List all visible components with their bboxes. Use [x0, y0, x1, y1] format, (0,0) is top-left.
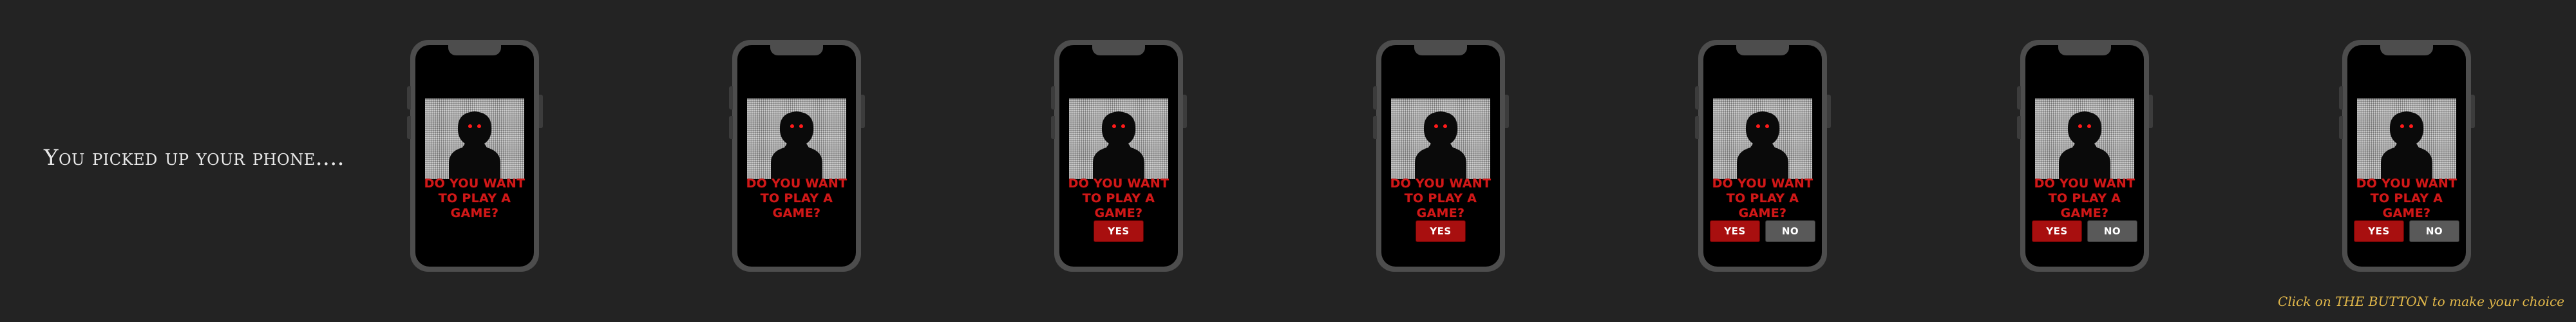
- phone-screen: DO YOU WANT TO PLAY A GAME? YES NO: [1703, 45, 1822, 267]
- silhouette-icon: [1737, 111, 1788, 179]
- phone-notch: [2380, 45, 2433, 55]
- game-question: DO YOU WANT TO PLAY A GAME?: [2034, 176, 2136, 220]
- phone-volume-up-button: [407, 86, 411, 109]
- caller-photo: [2357, 99, 2456, 179]
- phone-power-button: [2149, 95, 2153, 128]
- hint-text: Click on THE BUTTON to make your choice: [2278, 294, 2564, 309]
- phone-power-button: [1827, 95, 1831, 128]
- phone-volume-up-button: [729, 86, 733, 109]
- intro-text: You picked up your phone....: [44, 145, 345, 171]
- phone-volume-up-button: [2017, 86, 2021, 109]
- silhouette-icon: [1415, 111, 1466, 179]
- phone-power-button: [1183, 95, 1187, 128]
- phone-notch: [1414, 45, 1467, 55]
- yes-button[interactable]: YES: [1710, 220, 1760, 242]
- phone-notch: [448, 45, 501, 55]
- phone-frame: DO YOU WANT TO PLAY A GAME? YES NO: [1051, 40, 1187, 272]
- phone-frame: DO YOU WANT TO PLAY A GAME? YES NO: [1695, 40, 1831, 272]
- phone-power-button: [1505, 95, 1509, 128]
- phone-notch: [1092, 45, 1145, 55]
- choice-buttons: YES NO: [1381, 220, 1500, 242]
- game-question: DO YOU WANT TO PLAY A GAME?: [424, 176, 526, 220]
- phone-volume-up-button: [1695, 86, 1699, 109]
- phone-frame: DO YOU WANT TO PLAY A GAME? YES NO: [1373, 40, 1509, 272]
- caller-photo: [747, 99, 846, 179]
- phone-screen: DO YOU WANT TO PLAY A GAME? YES NO: [2347, 45, 2466, 267]
- caller-photo: [1391, 99, 1490, 179]
- game-question: DO YOU WANT TO PLAY A GAME?: [1068, 176, 1170, 220]
- yes-button[interactable]: YES: [2354, 220, 2404, 242]
- game-question: DO YOU WANT TO PLAY A GAME?: [1712, 176, 1814, 220]
- phone-power-button: [539, 95, 543, 128]
- phone-screen: DO YOU WANT TO PLAY A GAME? YES NO: [737, 45, 856, 267]
- phone-power-button: [861, 95, 865, 128]
- phone-volume-down-button: [729, 116, 733, 139]
- phone-power-button: [2471, 95, 2475, 128]
- yes-button[interactable]: YES: [1094, 220, 1144, 242]
- silhouette-icon: [771, 111, 822, 179]
- choice-buttons: YES NO: [2025, 220, 2144, 242]
- phone-volume-down-button: [1695, 116, 1699, 139]
- phone-notch: [770, 45, 823, 55]
- yes-button[interactable]: YES: [2032, 220, 2082, 242]
- no-button[interactable]: NO: [1765, 220, 1815, 242]
- caller-photo: [1069, 99, 1168, 179]
- phone-notch: [2058, 45, 2111, 55]
- phone-notch: [1736, 45, 1789, 55]
- phone-frame: DO YOU WANT TO PLAY A GAME? YES NO: [2339, 40, 2475, 272]
- yes-button[interactable]: YES: [1416, 220, 1466, 242]
- game-question: DO YOU WANT TO PLAY A GAME?: [1390, 176, 1492, 220]
- phone-volume-down-button: [2339, 116, 2343, 139]
- phone-frame: DO YOU WANT TO PLAY A GAME? YES NO: [2017, 40, 2153, 272]
- phone-volume-up-button: [1373, 86, 1377, 109]
- phone-volume-down-button: [1373, 116, 1377, 139]
- silhouette-icon: [2059, 111, 2110, 179]
- phone-volume-up-button: [1051, 86, 1055, 109]
- choice-buttons: YES NO: [1059, 220, 1178, 242]
- no-button[interactable]: NO: [2087, 220, 2137, 242]
- silhouette-icon: [2381, 111, 2432, 179]
- phone-frame: DO YOU WANT TO PLAY A GAME? YES NO: [729, 40, 865, 272]
- game-question: DO YOU WANT TO PLAY A GAME?: [2356, 176, 2458, 220]
- choice-buttons: YES NO: [2347, 220, 2466, 242]
- phone-frame: DO YOU WANT TO PLAY A GAME? YES NO: [407, 40, 543, 272]
- choice-buttons: YES NO: [1703, 220, 1822, 242]
- silhouette-icon: [449, 111, 500, 179]
- phone-volume-down-button: [1051, 116, 1055, 139]
- phone-volume-down-button: [407, 116, 411, 139]
- no-button[interactable]: NO: [2409, 220, 2459, 242]
- caller-photo: [2035, 99, 2134, 179]
- silhouette-icon: [1093, 111, 1144, 179]
- phone-screen: DO YOU WANT TO PLAY A GAME? YES NO: [2025, 45, 2144, 267]
- phone-volume-up-button: [2339, 86, 2343, 109]
- caller-photo: [425, 99, 524, 179]
- phone-volume-down-button: [2017, 116, 2021, 139]
- phone-screen: DO YOU WANT TO PLAY A GAME? YES NO: [1381, 45, 1500, 267]
- phone-screen: DO YOU WANT TO PLAY A GAME? YES NO: [1059, 45, 1178, 267]
- phone-screen: DO YOU WANT TO PLAY A GAME? YES NO: [415, 45, 534, 267]
- game-question: DO YOU WANT TO PLAY A GAME?: [746, 176, 848, 220]
- caller-photo: [1713, 99, 1812, 179]
